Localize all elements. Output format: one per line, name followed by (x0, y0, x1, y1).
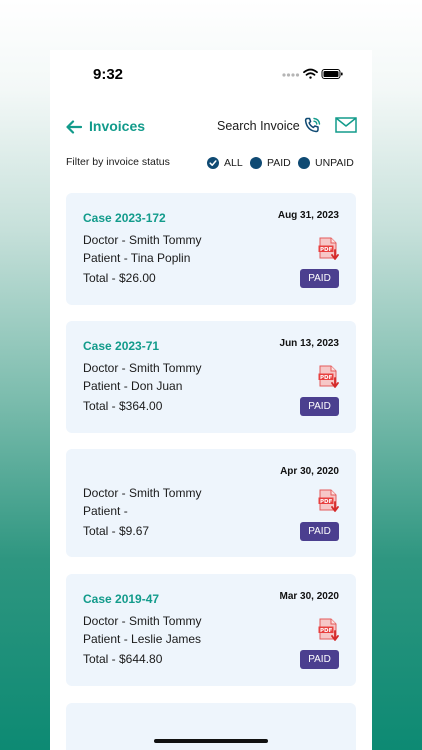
filter-label: Filter by invoice status (66, 156, 170, 168)
invoice-card[interactable]: Case 2019-47 Mar 30, 2020 Doctor - Smith… (66, 574, 356, 686)
status-bar: 9:32 (50, 50, 372, 100)
pdf-download-icon[interactable]: PDF (318, 489, 340, 513)
invoice-total: Total - $364.00 (83, 399, 163, 413)
patient-name: Patient - Don Juan (83, 379, 183, 393)
invoice-date: Aug 31, 2023 (277, 210, 339, 221)
invoice-date: Apr 30, 2020 (280, 466, 339, 477)
doctor-name: Doctor - Smith Tommy (83, 486, 202, 500)
case-number: Case 2019-47 (83, 592, 160, 606)
status-icons (282, 68, 343, 79)
invoice-total: Total - $9.67 (83, 524, 150, 538)
battery-icon (321, 69, 343, 79)
patient-name: Patient - (83, 504, 128, 518)
pdf-download-icon[interactable]: PDF (318, 365, 340, 389)
invoice-date: Jun 13, 2023 (279, 338, 339, 349)
page-title: Invoices (89, 118, 146, 134)
svg-text:PDF: PDF (320, 499, 333, 505)
cellular-icon (282, 73, 300, 77)
status-badge: PAID (300, 269, 339, 288)
invoice-total: Total - $644.80 (83, 652, 163, 666)
invoice-card[interactable]: Case 2023-172 Aug 31, 2023 Doctor - Smit… (66, 193, 356, 305)
patient-name: Patient - Leslie James (83, 632, 202, 646)
check-icon (207, 157, 219, 169)
status-filter: Filter by invoice status ALL PAID UNPAID (66, 156, 356, 170)
invoice-total: Total - $26.00 (83, 271, 156, 285)
case-number: Case 2023-71 (83, 339, 160, 353)
mail-icon[interactable] (335, 117, 357, 133)
case-number: Case 2023-172 (83, 211, 166, 225)
invoice-card[interactable]: Case 2023-71 Jun 13, 2023 Doctor - Smith… (66, 321, 356, 433)
arrow-left-icon[interactable] (66, 120, 82, 134)
status-time: 9:32 (93, 66, 124, 83)
filter-option-unpaid[interactable]: UNPAID (298, 156, 354, 170)
svg-text:PDF: PDF (320, 247, 333, 253)
phone-icon[interactable] (304, 117, 321, 134)
wifi-icon (303, 68, 318, 79)
filter-option-all[interactable]: ALL (207, 156, 243, 170)
doctor-name: Doctor - Smith Tommy (83, 361, 202, 375)
phone-screen: 9:32 Invoices Search Invoice Filter by i… (50, 50, 372, 750)
radio-icon (250, 157, 262, 169)
pdf-download-icon[interactable]: PDF (318, 237, 340, 261)
pdf-download-icon[interactable]: PDF (318, 618, 340, 642)
status-badge: PAID (300, 650, 339, 669)
status-badge: PAID (300, 522, 339, 541)
invoice-date: Mar 30, 2020 (279, 591, 340, 602)
svg-text:PDF: PDF (320, 375, 333, 381)
doctor-name: Doctor - Smith Tommy (83, 614, 202, 628)
svg-text:PDF: PDF (320, 628, 333, 634)
filter-option-label: UNPAID (315, 157, 354, 169)
radio-icon (298, 157, 310, 169)
home-indicator[interactable] (154, 739, 268, 743)
filter-option-label: PAID (267, 157, 291, 169)
status-badge: PAID (300, 397, 339, 416)
search-invoice-button[interactable]: Search Invoice (217, 119, 300, 133)
invoice-card[interactable]: Apr 30, 2020 Doctor - Smith Tommy Patien… (66, 449, 356, 557)
filter-option-label: ALL (224, 157, 243, 169)
patient-name: Patient - Tina Poplin (83, 251, 191, 265)
app-header: Invoices Search Invoice (50, 110, 372, 140)
doctor-name: Doctor - Smith Tommy (83, 233, 202, 247)
filter-option-paid[interactable]: PAID (250, 156, 291, 170)
